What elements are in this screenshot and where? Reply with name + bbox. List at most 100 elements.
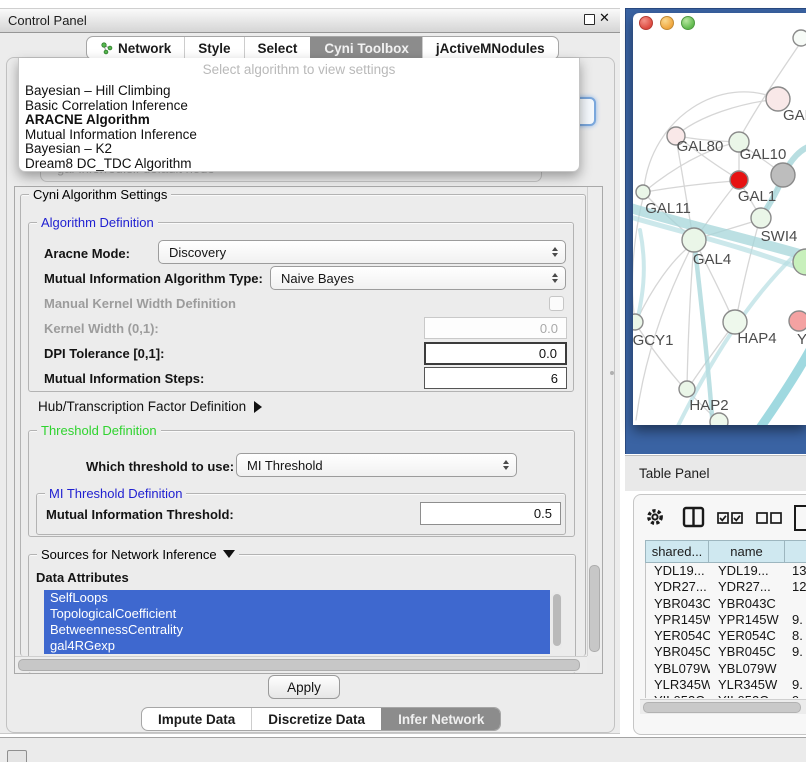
gear-icon[interactable]: [649, 511, 661, 523]
network-node[interactable]: [751, 208, 771, 228]
settings-horizontal-scrollbar[interactable]: [15, 656, 587, 672]
table-rows: YDL19... YDL19... 13 YDR27... YDR27... 1…: [645, 563, 806, 698]
tab-network[interactable]: Network: [87, 37, 184, 59]
mi-steps-field[interactable]: 6: [424, 367, 567, 389]
cell-value: 8.: [786, 628, 806, 644]
column-view-icon[interactable]: [684, 508, 703, 526]
cell-shared-name: YBR043C: [646, 596, 710, 612]
attribute-list-item[interactable]: SelfLoops: [44, 590, 550, 606]
tab-cyni-toolbox-label: Cyni Toolbox: [324, 41, 409, 56]
network-node[interactable]: [793, 30, 806, 46]
algorithm-list-item[interactable]: Mutual Information Inference: [23, 128, 575, 143]
tab-cyni-toolbox[interactable]: Cyni Toolbox: [310, 37, 422, 59]
cell-name: YBL079W: [710, 661, 786, 677]
cell-value: 13: [786, 563, 806, 579]
network-node-label: GAL11: [645, 200, 691, 217]
table-row[interactable]: YIL052C YIL052C 9.: [646, 693, 806, 698]
tab-jactivemnodules[interactable]: jActiveMNodules: [422, 37, 558, 59]
table-row[interactable]: YER054C YER054C 8.: [646, 628, 806, 644]
mi-algorithm-type-combo[interactable]: Naive Bayes: [270, 266, 566, 290]
algorithm-list-item[interactable]: Bayesian – Hill Climbing: [23, 84, 575, 99]
hub-definition-label: Hub/Transcription Factor Definition: [38, 399, 246, 414]
unchecked-columns-icon[interactable]: [757, 513, 781, 523]
table-row[interactable]: YBL079W YBL079W: [646, 661, 806, 677]
close-icon[interactable]: ✕: [599, 10, 610, 26]
aracne-mode-value: Discovery: [169, 245, 226, 260]
network-edge: [636, 230, 644, 326]
hub-definition-section[interactable]: Hub/Transcription Factor Definition: [38, 399, 262, 414]
mi-threshold-value: 0.5: [534, 506, 552, 521]
mi-steps-value: 6: [551, 371, 558, 386]
table-row[interactable]: YBR045C YBR045C 9.: [646, 644, 806, 660]
mi-steps-label: Mutual Information Steps:: [44, 371, 204, 386]
which-threshold-combo[interactable]: MI Threshold: [236, 453, 517, 477]
spinner-arrows-icon: [503, 460, 509, 470]
cell-value: [786, 661, 806, 677]
cell-shared-name: YDL19...: [646, 563, 710, 579]
table-header-shared[interactable]: shared...: [645, 540, 709, 563]
apply-button[interactable]: Apply: [268, 675, 340, 699]
network-node[interactable]: [730, 171, 748, 189]
algorithm-list-item[interactable]: Dream8 DC_TDC Algorithm: [23, 157, 575, 172]
cyni-algorithm-settings-title: Cyni Algorithm Settings: [29, 187, 171, 202]
control-panel-title: Control Panel: [0, 13, 87, 28]
tab-infer-network[interactable]: Infer Network: [381, 708, 500, 730]
kernel-width-field[interactable]: 0.0: [424, 317, 567, 339]
network-edge: [678, 99, 778, 134]
cell-shared-name: YPR145W: [646, 612, 710, 628]
table-row[interactable]: YDR27... YDR27... 12: [646, 579, 806, 595]
network-node[interactable]: [682, 228, 706, 252]
table-panel-title: Table Panel: [625, 466, 710, 481]
network-node[interactable]: [710, 413, 728, 425]
mi-threshold-field[interactable]: 0.5: [420, 502, 561, 525]
aracne-mode-combo[interactable]: Discovery: [158, 240, 566, 264]
table-row[interactable]: YBR043C YBR043C: [646, 596, 806, 612]
cell-shared-name: YBR045C: [646, 644, 710, 660]
cell-name: YDR27...: [710, 579, 786, 595]
table-row[interactable]: YLR345W YLR345W 9.: [646, 677, 806, 693]
settings-vertical-scrollbar[interactable]: [587, 187, 601, 656]
tab-select[interactable]: Select: [244, 37, 311, 59]
control-panel-titlebar: Control Panel: [0, 8, 620, 33]
algorithm-list-item[interactable]: Bayesian – K2: [23, 142, 575, 157]
cell-value: 9.: [786, 612, 806, 628]
network-node[interactable]: [771, 163, 795, 187]
attribute-list-item[interactable]: TopologicalCoefficient: [44, 606, 550, 622]
attribute-list-item[interactable]: BetweennessCentrality: [44, 622, 550, 638]
attributes-list-scrollbar[interactable]: [551, 592, 562, 650]
minimized-panel-icon[interactable]: [7, 750, 27, 762]
tab-style[interactable]: Style: [184, 37, 243, 59]
network-canvas[interactable]: GALGAL80GAL10GAL1GAL11GAL4SWI4GCY1HAP4YH…: [633, 13, 806, 425]
cell-shared-name: YBL079W: [646, 661, 710, 677]
attribute-list-item[interactable]: gal4RGexp: [44, 638, 550, 654]
mi-threshold-label: Mutual Information Threshold:: [46, 507, 234, 522]
dpi-tolerance-field[interactable]: 0.0: [424, 342, 567, 365]
network-tab-icon: [100, 42, 113, 55]
network-node[interactable]: [679, 381, 695, 397]
manual-kernel-width-checkbox[interactable]: [549, 296, 564, 311]
algorithm-dropdown[interactable]: Select algorithm to view settings Bayesi…: [18, 58, 580, 172]
tab-impute-data[interactable]: Impute Data: [142, 708, 251, 730]
cell-value: 9.: [786, 693, 806, 698]
pane-splitter-handle[interactable]: [610, 371, 614, 375]
checked-columns-icon[interactable]: [718, 513, 742, 523]
network-view-window[interactable]: GALGAL80GAL10GAL1GAL11GAL4SWI4GCY1HAP4YH…: [633, 13, 806, 425]
dpi-tolerance-label: DPI Tolerance [0,1]:: [44, 346, 164, 361]
tab-discretize-data[interactable]: Discretize Data: [251, 708, 381, 730]
network-node[interactable]: [636, 185, 650, 199]
float-window-icon[interactable]: [584, 14, 595, 25]
algorithm-dropdown-list: Bayesian – Hill ClimbingBasic Correlatio…: [23, 84, 575, 171]
network-node[interactable]: [789, 311, 806, 331]
table-row[interactable]: YPR145W YPR145W 9.: [646, 612, 806, 628]
control-panel-tabbar: Network Style Select Cyni Toolbox jActiv…: [86, 36, 559, 60]
table-horizontal-scrollbar[interactable]: [640, 699, 806, 714]
network-edge: [760, 350, 806, 425]
document-icon[interactable]: [795, 506, 806, 530]
algorithm-list-item[interactable]: Basic Correlation Inference: [23, 99, 575, 114]
table-row[interactable]: YDL19... YDL19... 13: [646, 563, 806, 579]
table-header-name[interactable]: name: [708, 540, 785, 563]
table-header-third[interactable]: A: [784, 540, 806, 563]
spinner-arrows-icon: [552, 273, 558, 283]
algorithm-list-item[interactable]: ARACNE Algorithm: [23, 113, 575, 128]
network-node[interactable]: [633, 314, 643, 330]
